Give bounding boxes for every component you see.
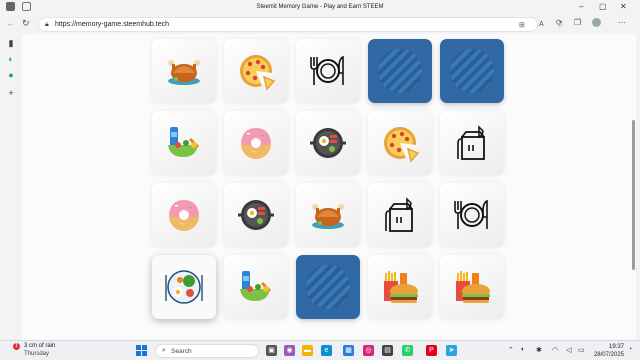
- plate-cutlery-icon: [454, 199, 488, 229]
- url-text: https://memory-game.steemhub.tech: [55, 21, 169, 28]
- roast-chicken-icon: [312, 204, 344, 229]
- weather-condition[interactable]: 3 cm of rain: [24, 343, 55, 349]
- card-roast-chicken[interactable]: [296, 183, 360, 247]
- page-scrollbar[interactable]: [632, 120, 635, 270]
- close-icon[interactable]: ✕: [620, 2, 627, 11]
- copilot-icon[interactable]: ◐: [6, 54, 16, 64]
- more-menu-icon[interactable]: ⋯: [618, 18, 626, 27]
- window-title-bar: Steemit Memory Game - Play and Earn STEE…: [0, 0, 640, 15]
- card-donut[interactable]: [152, 183, 216, 247]
- pan-dish-icon: [310, 128, 346, 158]
- task-view-icon[interactable]: ▣: [266, 345, 277, 356]
- donut-icon: [169, 200, 199, 231]
- copilot-app-icon[interactable]: ◉: [284, 345, 295, 356]
- bluetooth-icon[interactable]: ✱: [536, 346, 542, 354]
- address-bar[interactable]: 🔒︎ https://memory-game.steemhub.tech ⊞ A…: [38, 17, 563, 32]
- search-placeholder: Search: [171, 348, 192, 355]
- read-aloud-icon[interactable]: A: [539, 21, 544, 28]
- volume-icon[interactable]: ◁: [566, 346, 571, 354]
- takeaway-bag-icon: [385, 197, 413, 232]
- start-button[interactable]: [136, 345, 147, 356]
- card-burger-fries[interactable]: [440, 255, 504, 319]
- donut-icon: [241, 128, 271, 159]
- back-arrow-icon[interactable]: ←: [6, 19, 15, 28]
- refresh-icon[interactable]: ↻: [22, 19, 30, 28]
- edge-browser-icon[interactable]: e: [321, 345, 332, 356]
- card-face-down[interactable]: [368, 39, 432, 103]
- plate-cutlery-icon: [310, 55, 344, 85]
- photos-icon[interactable]: ▤: [382, 345, 393, 356]
- battery-icon[interactable]: ▭: [578, 346, 585, 354]
- windows-taskbar: 1 3 cm of rain Thursday ⌕ Search ▣ ◉ ▬ e…: [0, 340, 640, 360]
- page-content: [22, 34, 636, 340]
- pizza-icon: [384, 127, 420, 163]
- burger-fries-icon: [384, 271, 418, 303]
- card-donut[interactable]: [224, 111, 288, 175]
- card-roast-chicken[interactable]: [152, 39, 216, 103]
- browser-toolbar: ← ↻ 🔒︎ https://memory-game.steemhub.tech…: [0, 15, 640, 34]
- browser-sidebar: ▮ ◐ ● +: [0, 34, 22, 340]
- card-takeaway-bag[interactable]: [368, 183, 432, 247]
- burger-fries-icon: [456, 271, 490, 303]
- file-explorer-icon[interactable]: ▬: [302, 345, 313, 356]
- sidebar-app-icon[interactable]: ●: [6, 70, 16, 80]
- instagram-icon[interactable]: ◎: [363, 345, 374, 356]
- pinterest-icon[interactable]: P: [426, 345, 437, 356]
- tray-overflow-icon[interactable]: ⌃: [508, 346, 514, 354]
- pan-dish-icon: [238, 200, 274, 230]
- notification-icon[interactable]: ◔: [628, 346, 632, 353]
- profile-avatar[interactable]: [592, 18, 601, 27]
- clock-time: 19:37: [608, 344, 624, 350]
- collections-icon[interactable]: ❐: [574, 18, 581, 27]
- takeaway-bag-icon: [457, 125, 485, 160]
- telegram-icon[interactable]: ➤: [446, 345, 457, 356]
- card-pizza[interactable]: [224, 39, 288, 103]
- card-pan-dish[interactable]: [224, 183, 288, 247]
- card-takeaway-bag[interactable]: [440, 111, 504, 175]
- taskbar-search[interactable]: ⌕ Search: [155, 344, 259, 358]
- card-plate-cutlery[interactable]: [296, 39, 360, 103]
- card-pan-dish[interactable]: [296, 111, 360, 175]
- whatsapp-icon[interactable]: ✆: [402, 345, 413, 356]
- card-salad-drink[interactable]: [224, 255, 288, 319]
- add-app-icon[interactable]: +: [6, 88, 16, 98]
- weather-badge: 1: [13, 343, 20, 350]
- sidebar-panel-icon[interactable]: ▮: [6, 38, 16, 48]
- card-face-down[interactable]: [440, 39, 504, 103]
- pizza-icon: [240, 55, 276, 91]
- card-pizza[interactable]: [368, 111, 432, 175]
- app-available-icon[interactable]: ⊞: [519, 21, 525, 29]
- card-back-pattern: [378, 49, 422, 93]
- lock-icon: 🔒︎: [45, 21, 49, 28]
- system-clock[interactable]: 19:37 28/07/2025: [588, 343, 624, 359]
- card-healthy-plate[interactable]: [152, 255, 216, 319]
- healthy-plate-icon: [165, 270, 203, 304]
- minimize-icon[interactable]: –: [579, 2, 583, 11]
- meet-now-icon[interactable]: ◖: [520, 346, 524, 353]
- window-title: Steemit Memory Game - Play and Earn STEE…: [256, 4, 384, 10]
- wifi-icon[interactable]: ◠: [552, 346, 558, 354]
- extensions-icon[interactable]: ⟳: [556, 18, 563, 27]
- weather-day[interactable]: Thursday: [24, 351, 49, 357]
- card-salad-drink[interactable]: [152, 111, 216, 175]
- card-face-down[interactable]: [296, 255, 360, 319]
- roast-chicken-icon: [168, 60, 200, 85]
- salad-drink-icon: [168, 127, 200, 157]
- clock-date: 28/07/2025: [593, 352, 624, 358]
- card-plate-cutlery[interactable]: [440, 183, 504, 247]
- maximize-icon[interactable]: ▢: [599, 2, 607, 11]
- card-burger-fries[interactable]: [368, 255, 432, 319]
- salad-drink-icon: [240, 271, 272, 301]
- store-icon[interactable]: ▦: [343, 345, 354, 356]
- card-back-pattern: [306, 265, 350, 309]
- card-back-pattern: [450, 49, 494, 93]
- search-icon: ⌕: [162, 347, 166, 354]
